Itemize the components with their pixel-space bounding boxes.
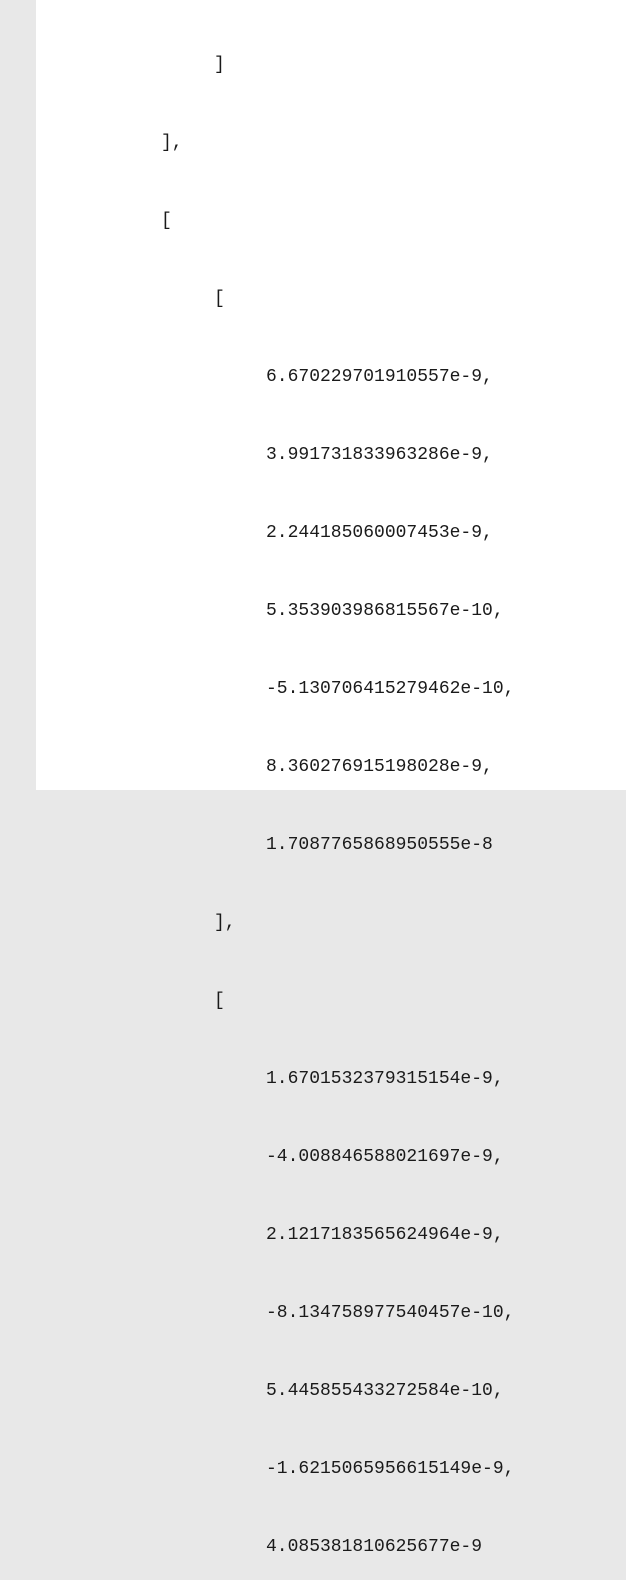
- code-line: [: [36, 208, 626, 234]
- code-line: 6.670229701910557e-9,: [36, 364, 626, 390]
- line-gutter: [0, 0, 36, 790]
- code-line: -4.008846588021697e-9,: [36, 1144, 626, 1170]
- code-line: 3.991731833963286e-9,: [36, 442, 626, 468]
- code-line: 8.360276915198028e-9,: [36, 754, 626, 780]
- code-line: 4.085381810625677e-9: [36, 1534, 626, 1560]
- code-line: 2.1217183565624964e-9,: [36, 1222, 626, 1248]
- code-line: 1.7087765868950555e-8: [36, 832, 626, 858]
- code-line: 5.353903986815567e-10,: [36, 598, 626, 624]
- code-line: ],: [36, 910, 626, 936]
- code-line: ],: [36, 130, 626, 156]
- code-block: ] ], [ [ 6.670229701910557e-9, 3.9917318…: [36, 0, 626, 790]
- code-line: 2.244185060007453e-9,: [36, 520, 626, 546]
- code-line: 1.6701532379315154e-9,: [36, 1066, 626, 1092]
- code-line: 5.445855433272584e-10,: [36, 1378, 626, 1404]
- code-line: ]: [36, 52, 626, 78]
- code-line: -8.134758977540457e-10,: [36, 1300, 626, 1326]
- code-line: [: [36, 988, 626, 1014]
- code-line: -1.6215065956615149e-9,: [36, 1456, 626, 1482]
- code-line: -5.130706415279462e-10,: [36, 676, 626, 702]
- code-line: [: [36, 286, 626, 312]
